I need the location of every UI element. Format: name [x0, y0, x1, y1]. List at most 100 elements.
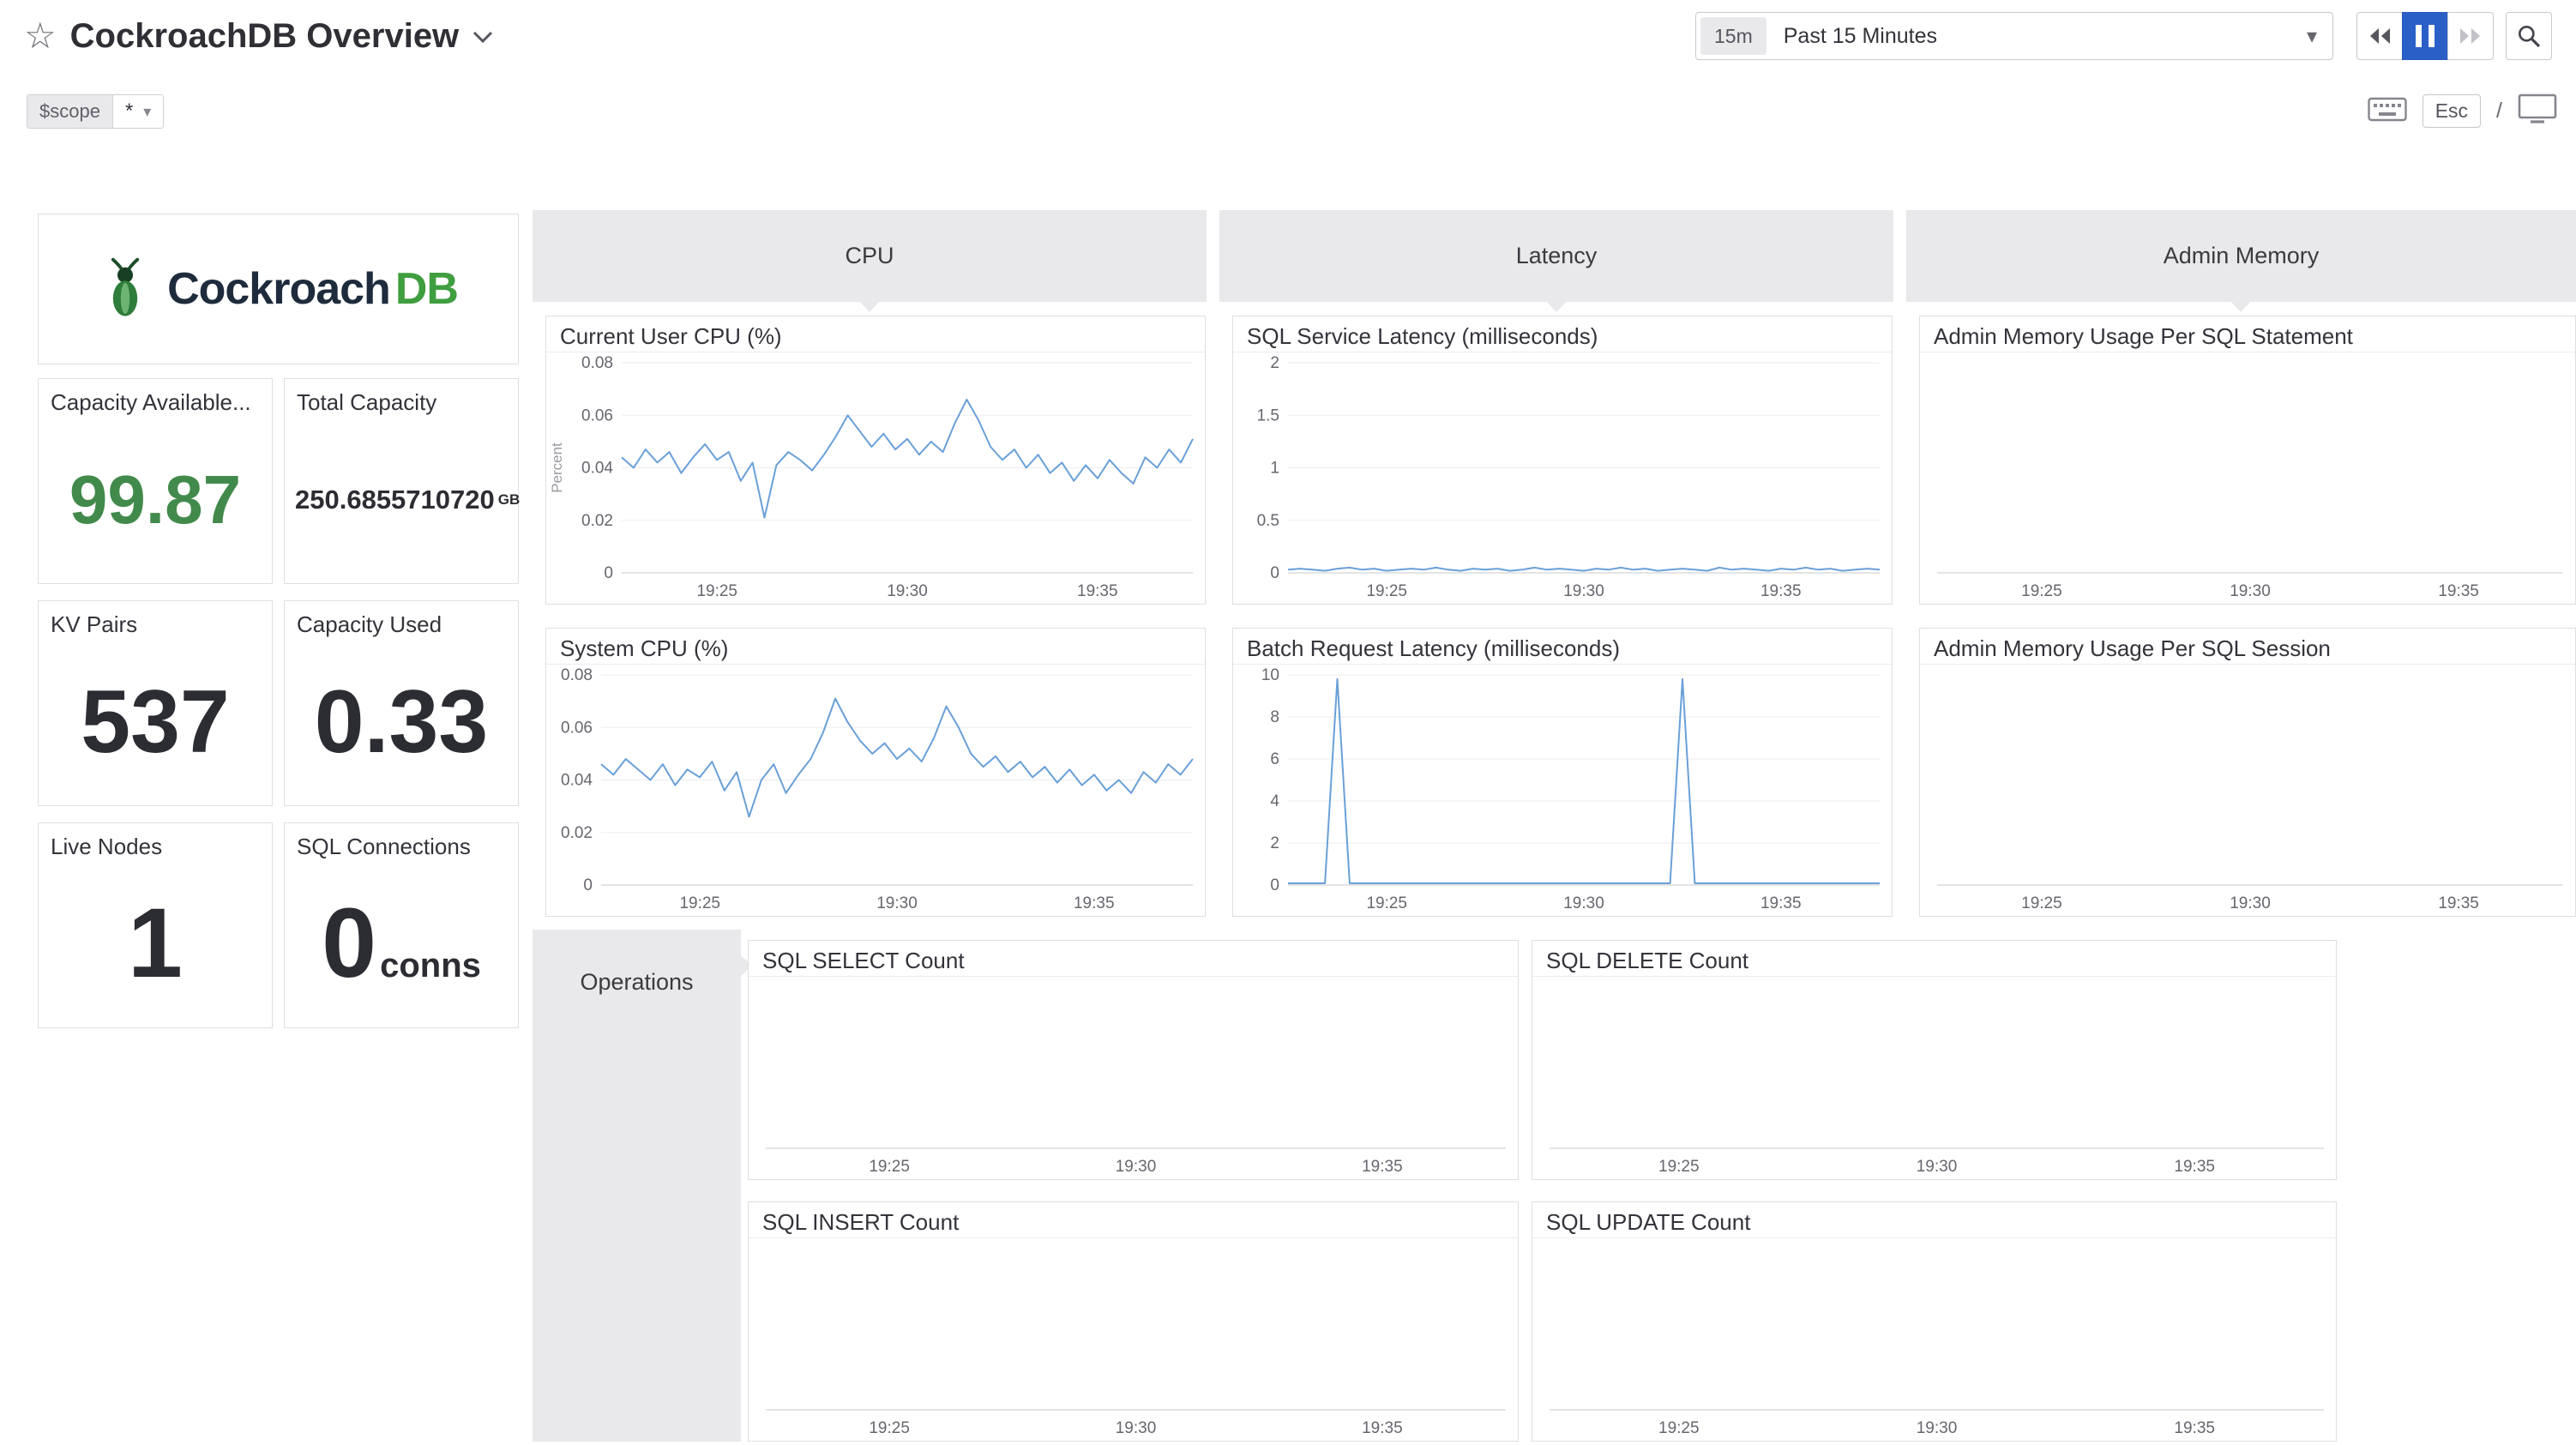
chart-title: SQL DELETE Count — [1532, 941, 2336, 977]
stat-capacity-available[interactable]: Capacity Available... 99.87 — [38, 378, 273, 584]
svg-text:19:30: 19:30 — [2230, 582, 2271, 600]
svg-text:0.5: 0.5 — [1257, 512, 1279, 530]
svg-text:19:35: 19:35 — [2438, 582, 2479, 600]
chart-admin-memory-per-session[interactable]: Admin Memory Usage Per SQL Session 19:25… — [1919, 628, 2576, 917]
stat-total-capacity[interactable]: Total Capacity 250.6855710720 GB — [284, 378, 519, 584]
svg-text:19:30: 19:30 — [1116, 1158, 1157, 1176]
stat-value: 537 — [81, 677, 230, 767]
svg-text:19:30: 19:30 — [887, 582, 928, 600]
svg-text:0: 0 — [1270, 564, 1279, 582]
svg-text:0.02: 0.02 — [581, 512, 613, 530]
svg-text:19:35: 19:35 — [1760, 894, 1802, 912]
svg-text:19:25: 19:25 — [2021, 582, 2062, 600]
cockroach-bug-icon — [99, 255, 152, 324]
svg-text:19:35: 19:35 — [2174, 1158, 2215, 1176]
chart-sql-delete-count[interactable]: SQL DELETE Count 19:25 19:30 19:35 — [1532, 940, 2337, 1180]
group-header-admin-memory[interactable]: Admin Memory — [1906, 210, 2576, 302]
svg-text:Percent: Percent — [549, 443, 565, 493]
stat-label: KV Pairs — [39, 601, 272, 638]
chart-title: System CPU (%) — [546, 629, 1205, 665]
group-header-latency[interactable]: Latency — [1219, 210, 1893, 302]
chart-admin-memory-per-statement[interactable]: Admin Memory Usage Per SQL Statement 19:… — [1919, 316, 2576, 605]
keyboard-hints: Esc / — [2368, 93, 2557, 129]
chart-plot: 19:25 19:30 19:35 — [1532, 1238, 2336, 1441]
svg-text:19:35: 19:35 — [1760, 582, 1802, 600]
svg-text:19:30: 19:30 — [1116, 1419, 1157, 1437]
chart-plot: 00.020.040.060.0819:2519:3019:35 — [546, 665, 1205, 916]
dashboard-page: { "header": { "title": "CockroachDB Over… — [0, 0, 2576, 1442]
cockroachdb-logo-card[interactable]: CockroachDB — [38, 214, 519, 364]
svg-text:0.08: 0.08 — [581, 354, 613, 372]
chart-title: Batch Request Latency (milliseconds) — [1233, 629, 1892, 665]
stat-label: Live Nodes — [39, 823, 272, 860]
svg-text:19:30: 19:30 — [1563, 582, 1604, 600]
svg-text:0.04: 0.04 — [581, 460, 613, 478]
magnifier-icon — [2515, 22, 2543, 50]
chart-plot: 19:25 19:30 19:35 — [749, 977, 1518, 1179]
chart-title: Admin Memory Usage Per SQL Statement — [1920, 316, 2575, 352]
svg-text:19:35: 19:35 — [1077, 582, 1118, 600]
time-duration-badge: 15m — [1700, 17, 1766, 55]
template-variable-scope[interactable]: $scope * ▾ — [27, 94, 164, 129]
svg-text:8: 8 — [1270, 708, 1279, 726]
svg-text:19:35: 19:35 — [1362, 1158, 1403, 1176]
chart-title: SQL SELECT Count — [749, 941, 1518, 977]
svg-text:19:25: 19:25 — [869, 1419, 910, 1437]
template-variable-value[interactable]: * ▾ — [113, 95, 163, 128]
keyboard-icon[interactable] — [2368, 95, 2407, 127]
svg-text:19:25: 19:25 — [869, 1158, 910, 1176]
stat-value: 99.87 — [69, 466, 241, 534]
svg-text:19:30: 19:30 — [1917, 1158, 1958, 1176]
group-label: Admin Memory — [2164, 243, 2320, 269]
chart-title: SQL Service Latency (milliseconds) — [1233, 316, 1892, 352]
chart-title: Current User CPU (%) — [546, 316, 1205, 352]
svg-text:0: 0 — [1270, 876, 1279, 894]
stat-kv-pairs[interactable]: KV Pairs 537 — [38, 600, 273, 806]
svg-text:19:25: 19:25 — [679, 894, 720, 912]
time-forward-button[interactable] — [2447, 12, 2494, 60]
svg-text:19:30: 19:30 — [1917, 1419, 1958, 1437]
stat-label: Capacity Available... — [39, 379, 272, 416]
svg-text:6: 6 — [1270, 750, 1279, 768]
chart-sql-insert-count[interactable]: SQL INSERT Count 19:2519:3019:35 — [748, 1201, 1519, 1442]
svg-text:0: 0 — [583, 876, 593, 894]
time-range-selector[interactable]: 15m Past 15 Minutes ▾ — [1695, 12, 2333, 60]
slash-separator: / — [2496, 99, 2502, 123]
stat-sql-connections[interactable]: SQL Connections 0 conns — [284, 822, 519, 1028]
stat-value: 0.33 — [315, 677, 488, 767]
stat-label: Total Capacity — [285, 379, 518, 416]
stat-capacity-used[interactable]: Capacity Used 0.33 — [284, 600, 519, 806]
svg-text:19:25: 19:25 — [696, 582, 737, 600]
svg-text:19:25: 19:25 — [2021, 894, 2062, 912]
chart-sql-select-count[interactable]: SQL SELECT Count 19:25 19:30 19:35 — [748, 940, 1519, 1180]
tv-mode-icon[interactable] — [2518, 93, 2557, 129]
svg-text:19:35: 19:35 — [1362, 1419, 1403, 1437]
pause-button[interactable] — [2402, 12, 2448, 60]
group-label: CPU — [845, 243, 894, 269]
zoom-search-button[interactable] — [2506, 12, 2552, 60]
chart-system-cpu[interactable]: System CPU (%) 00.020.040.060.0819:2519:… — [545, 628, 1206, 917]
page-title: CockroachDB Overview — [70, 17, 460, 56]
time-backward-button[interactable] — [2356, 12, 2403, 60]
svg-text:0.04: 0.04 — [561, 772, 593, 790]
chart-sql-service-latency[interactable]: SQL Service Latency (milliseconds) 0 0.5 1… — [1232, 316, 1893, 605]
group-header-cpu[interactable]: CPU — [533, 210, 1207, 302]
svg-text:19:25: 19:25 — [1658, 1419, 1700, 1437]
chart-batch-request-latency[interactable]: Batch Request Latency (milliseconds) 024… — [1232, 628, 1893, 917]
chart-plot: 19:25 19:30 19:35 — [1920, 352, 2575, 604]
stat-live-nodes[interactable]: Live Nodes 1 — [38, 822, 273, 1028]
svg-text:4: 4 — [1270, 792, 1279, 810]
favorite-star-icon[interactable]: ☆ — [24, 18, 57, 54]
group-header-operations[interactable]: Operations — [533, 930, 741, 1442]
svg-text:19:35: 19:35 — [2174, 1419, 2215, 1437]
svg-text:19:25: 19:25 — [1658, 1158, 1700, 1176]
svg-text:0.06: 0.06 — [581, 406, 613, 424]
chart-current-user-cpu[interactable]: Current User CPU (%) 00.020.040.060.0819… — [545, 316, 1206, 605]
group-notch — [2230, 301, 2251, 312]
svg-text:19:25: 19:25 — [1366, 894, 1407, 912]
svg-text:0.02: 0.02 — [561, 824, 593, 842]
chevron-down-icon[interactable] — [472, 31, 493, 48]
chart-sql-update-count[interactable]: SQL UPDATE Count 19:2519:3019:35 — [1532, 1201, 2337, 1442]
logo-wordmark: CockroachDB — [167, 263, 458, 315]
stat-value: 250.6855710720 — [295, 486, 495, 513]
